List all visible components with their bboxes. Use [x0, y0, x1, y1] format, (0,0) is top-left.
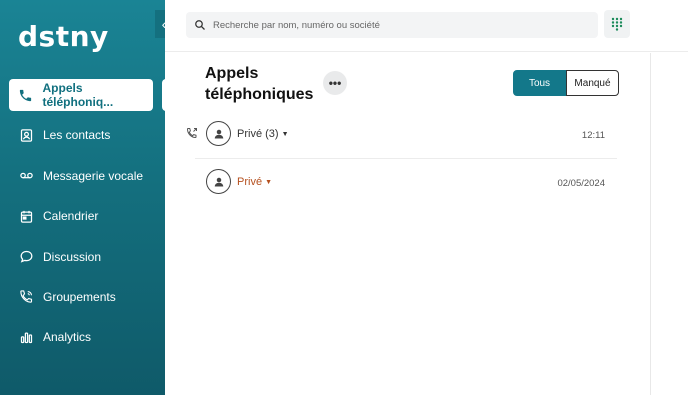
- chevron-down-icon[interactable]: ▼: [265, 179, 272, 186]
- dialpad-icon: [611, 17, 623, 31]
- sidebar-item-label: Calendrier: [43, 209, 99, 224]
- voicemail-icon: [18, 168, 34, 184]
- sidebar: dstny ‹ Appels téléphoniq... Les contact…: [0, 0, 173, 395]
- group-phone-icon: [18, 289, 34, 305]
- sidebar-item-label: Messagerie vocale: [43, 168, 144, 183]
- calls-panel: Appels téléphoniques ••• Tous Manqué Pri…: [165, 53, 650, 395]
- page-title: Appels téléphoniques: [205, 65, 314, 103]
- bar-chart-icon: [18, 329, 34, 345]
- sidebar-nav: Appels téléphoniq... Les contacts Messag…: [0, 79, 165, 362]
- search-icon: [195, 20, 205, 30]
- call-list-item[interactable]: Privé (3) ▼ 12:11: [186, 111, 617, 159]
- filter-missed-button[interactable]: Manqué: [566, 70, 619, 96]
- caller-label: Privé: [237, 176, 263, 188]
- chat-bubble-icon: [18, 249, 34, 265]
- avatar[interactable]: [206, 121, 231, 146]
- caller-name[interactable]: Privé ▼: [237, 176, 272, 188]
- sidebar-item-label: Appels téléphoniq...: [42, 81, 114, 109]
- search-input[interactable]: [213, 19, 583, 31]
- more-options-button[interactable]: •••: [323, 71, 347, 95]
- search-bar[interactable]: [186, 12, 598, 38]
- top-bar: [165, 0, 688, 52]
- contact-card-icon: [18, 127, 34, 143]
- calendar-icon: [18, 208, 34, 224]
- dstny-logo[interactable]: dstny: [18, 20, 109, 53]
- caller-name[interactable]: Privé (3) ▼: [237, 128, 289, 140]
- filter-all-button[interactable]: Tous: [513, 70, 566, 96]
- outgoing-call-icon: [186, 128, 197, 139]
- dialpad-button[interactable]: [604, 10, 630, 38]
- sidebar-item-groups[interactable]: Groupements: [0, 281, 165, 313]
- sidebar-item-label: Groupements: [43, 289, 116, 304]
- call-time: 02/05/2024: [557, 178, 605, 189]
- sidebar-item-voicemail[interactable]: Messagerie vocale: [0, 160, 165, 192]
- sidebar-item-calls[interactable]: Appels téléphoniq...: [9, 79, 153, 111]
- phone-icon: [18, 87, 34, 103]
- person-icon: [214, 177, 223, 186]
- panel-divider: [650, 53, 651, 395]
- sidebar-item-label: Discussion: [43, 249, 102, 264]
- person-icon: [214, 129, 223, 138]
- caller-label: Privé (3): [237, 128, 279, 140]
- chevron-down-icon[interactable]: ▼: [282, 131, 289, 138]
- sidebar-item-calendar[interactable]: Calendrier: [0, 200, 165, 232]
- sidebar-item-contacts[interactable]: Les contacts: [0, 119, 165, 151]
- sidebar-item-discussion[interactable]: Discussion: [0, 241, 165, 273]
- call-filter: Tous Manqué: [513, 70, 619, 96]
- avatar[interactable]: [206, 169, 231, 194]
- sidebar-item-analytics[interactable]: Analytics: [0, 321, 165, 353]
- call-list-item[interactable]: Privé ▼ 02/05/2024: [195, 159, 617, 207]
- sidebar-item-label: Les contacts: [43, 128, 111, 143]
- sidebar-item-label: Analytics: [43, 330, 92, 345]
- call-time: 12:11: [581, 130, 605, 141]
